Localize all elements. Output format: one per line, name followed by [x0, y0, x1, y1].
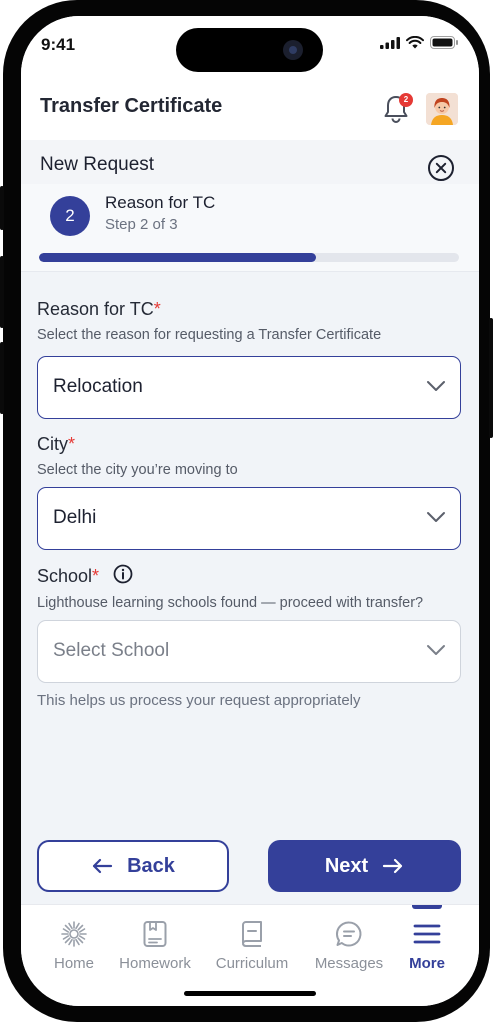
next-button-label: Next: [324, 854, 369, 877]
reason-help: Select the reason for requesting a Trans…: [37, 327, 382, 343]
page-title: Transfer Certificate: [40, 95, 223, 117]
avatar[interactable]: [426, 93, 458, 125]
messages-icon: [336, 921, 362, 947]
school-select[interactable]: Select School: [37, 620, 461, 683]
next-button[interactable]: Next: [268, 840, 461, 892]
battery-icon: [430, 36, 458, 49]
volume-up-button: [0, 256, 4, 328]
reason-select[interactable]: Relocation: [37, 356, 461, 419]
home-indicator: [184, 991, 316, 996]
tab-homework[interactable]: Homework: [107, 919, 203, 972]
home-icon: [61, 921, 87, 947]
school-label-text: School: [37, 566, 93, 586]
tab-label: Home: [53, 955, 94, 972]
status-bar: 9:41: [21, 16, 479, 76]
school-help: Lighthouse learning schools found — proc…: [37, 595, 424, 611]
step-subtitle: Step 2 of 3: [105, 216, 178, 233]
required-mark: *: [153, 299, 161, 319]
active-tab-indicator: [412, 905, 442, 909]
panel-title: New Request: [40, 154, 155, 175]
reason-label: Reason for TC*: [37, 299, 161, 320]
arrow-left-icon: [92, 858, 113, 874]
city-help: Select the city you’re moving to: [37, 462, 238, 478]
tab-label: More: [409, 955, 445, 972]
tab-label: Homework: [119, 955, 191, 972]
city-label: City*: [37, 434, 75, 455]
status-time: 9:41: [41, 35, 76, 54]
wifi-icon: [406, 36, 424, 49]
info-icon[interactable]: [113, 564, 133, 584]
school-select-placeholder: Select School: [53, 640, 170, 661]
reason-label-text: Reason for TC: [37, 299, 154, 319]
chevron-down-icon: [427, 512, 445, 522]
power-button: [489, 318, 493, 438]
step-number-badge: 2: [50, 196, 90, 236]
curriculum-icon: [242, 921, 262, 947]
tab-more[interactable]: More: [379, 919, 475, 972]
required-mark: *: [92, 566, 100, 586]
chevron-down-icon: [427, 381, 445, 391]
city-select-value: Delhi: [53, 507, 97, 528]
back-button[interactable]: Back: [37, 840, 229, 892]
tab-curriculum[interactable]: Curriculum: [204, 919, 300, 972]
app-screen: 9:41 Transfer Certificate 2 New Request …: [21, 16, 479, 1006]
stepper-card: 2 Reason for TC Step 2 of 3: [21, 184, 479, 272]
tab-label: Messages: [314, 955, 384, 972]
city-label-text: City: [37, 434, 68, 454]
city-select[interactable]: Delhi: [37, 487, 461, 550]
school-note: This helps us process your request appro…: [37, 692, 361, 709]
step-progress-fill: [39, 253, 317, 262]
phone-frame: 9:41 Transfer Certificate 2 New Request …: [0, 0, 493, 1022]
homework-icon: [143, 921, 167, 947]
avatar-illustration-icon: [426, 93, 458, 125]
status-icons: [380, 36, 459, 49]
request-panel-header: New Request: [21, 140, 479, 184]
notification-badge: 2: [399, 93, 413, 107]
required-mark: *: [68, 434, 76, 454]
app-header: Transfer Certificate 2: [21, 76, 479, 140]
school-label: School*: [37, 566, 99, 587]
dynamic-island: [176, 28, 323, 72]
step-title: Reason for TC: [105, 193, 216, 212]
tab-label: Curriculum: [215, 955, 289, 972]
back-button-label: Back: [127, 854, 175, 877]
arrow-right-icon: [383, 858, 403, 874]
chevron-down-icon: [427, 645, 445, 655]
close-icon[interactable]: [427, 154, 455, 182]
menu-icon: [413, 924, 441, 944]
volume-down-button: [0, 342, 4, 414]
camera-icon: [283, 40, 303, 60]
signal-icon: [380, 36, 400, 49]
step-progress-bar: [39, 253, 459, 262]
side-button: [0, 186, 4, 230]
reason-select-value: Relocation: [53, 376, 143, 397]
